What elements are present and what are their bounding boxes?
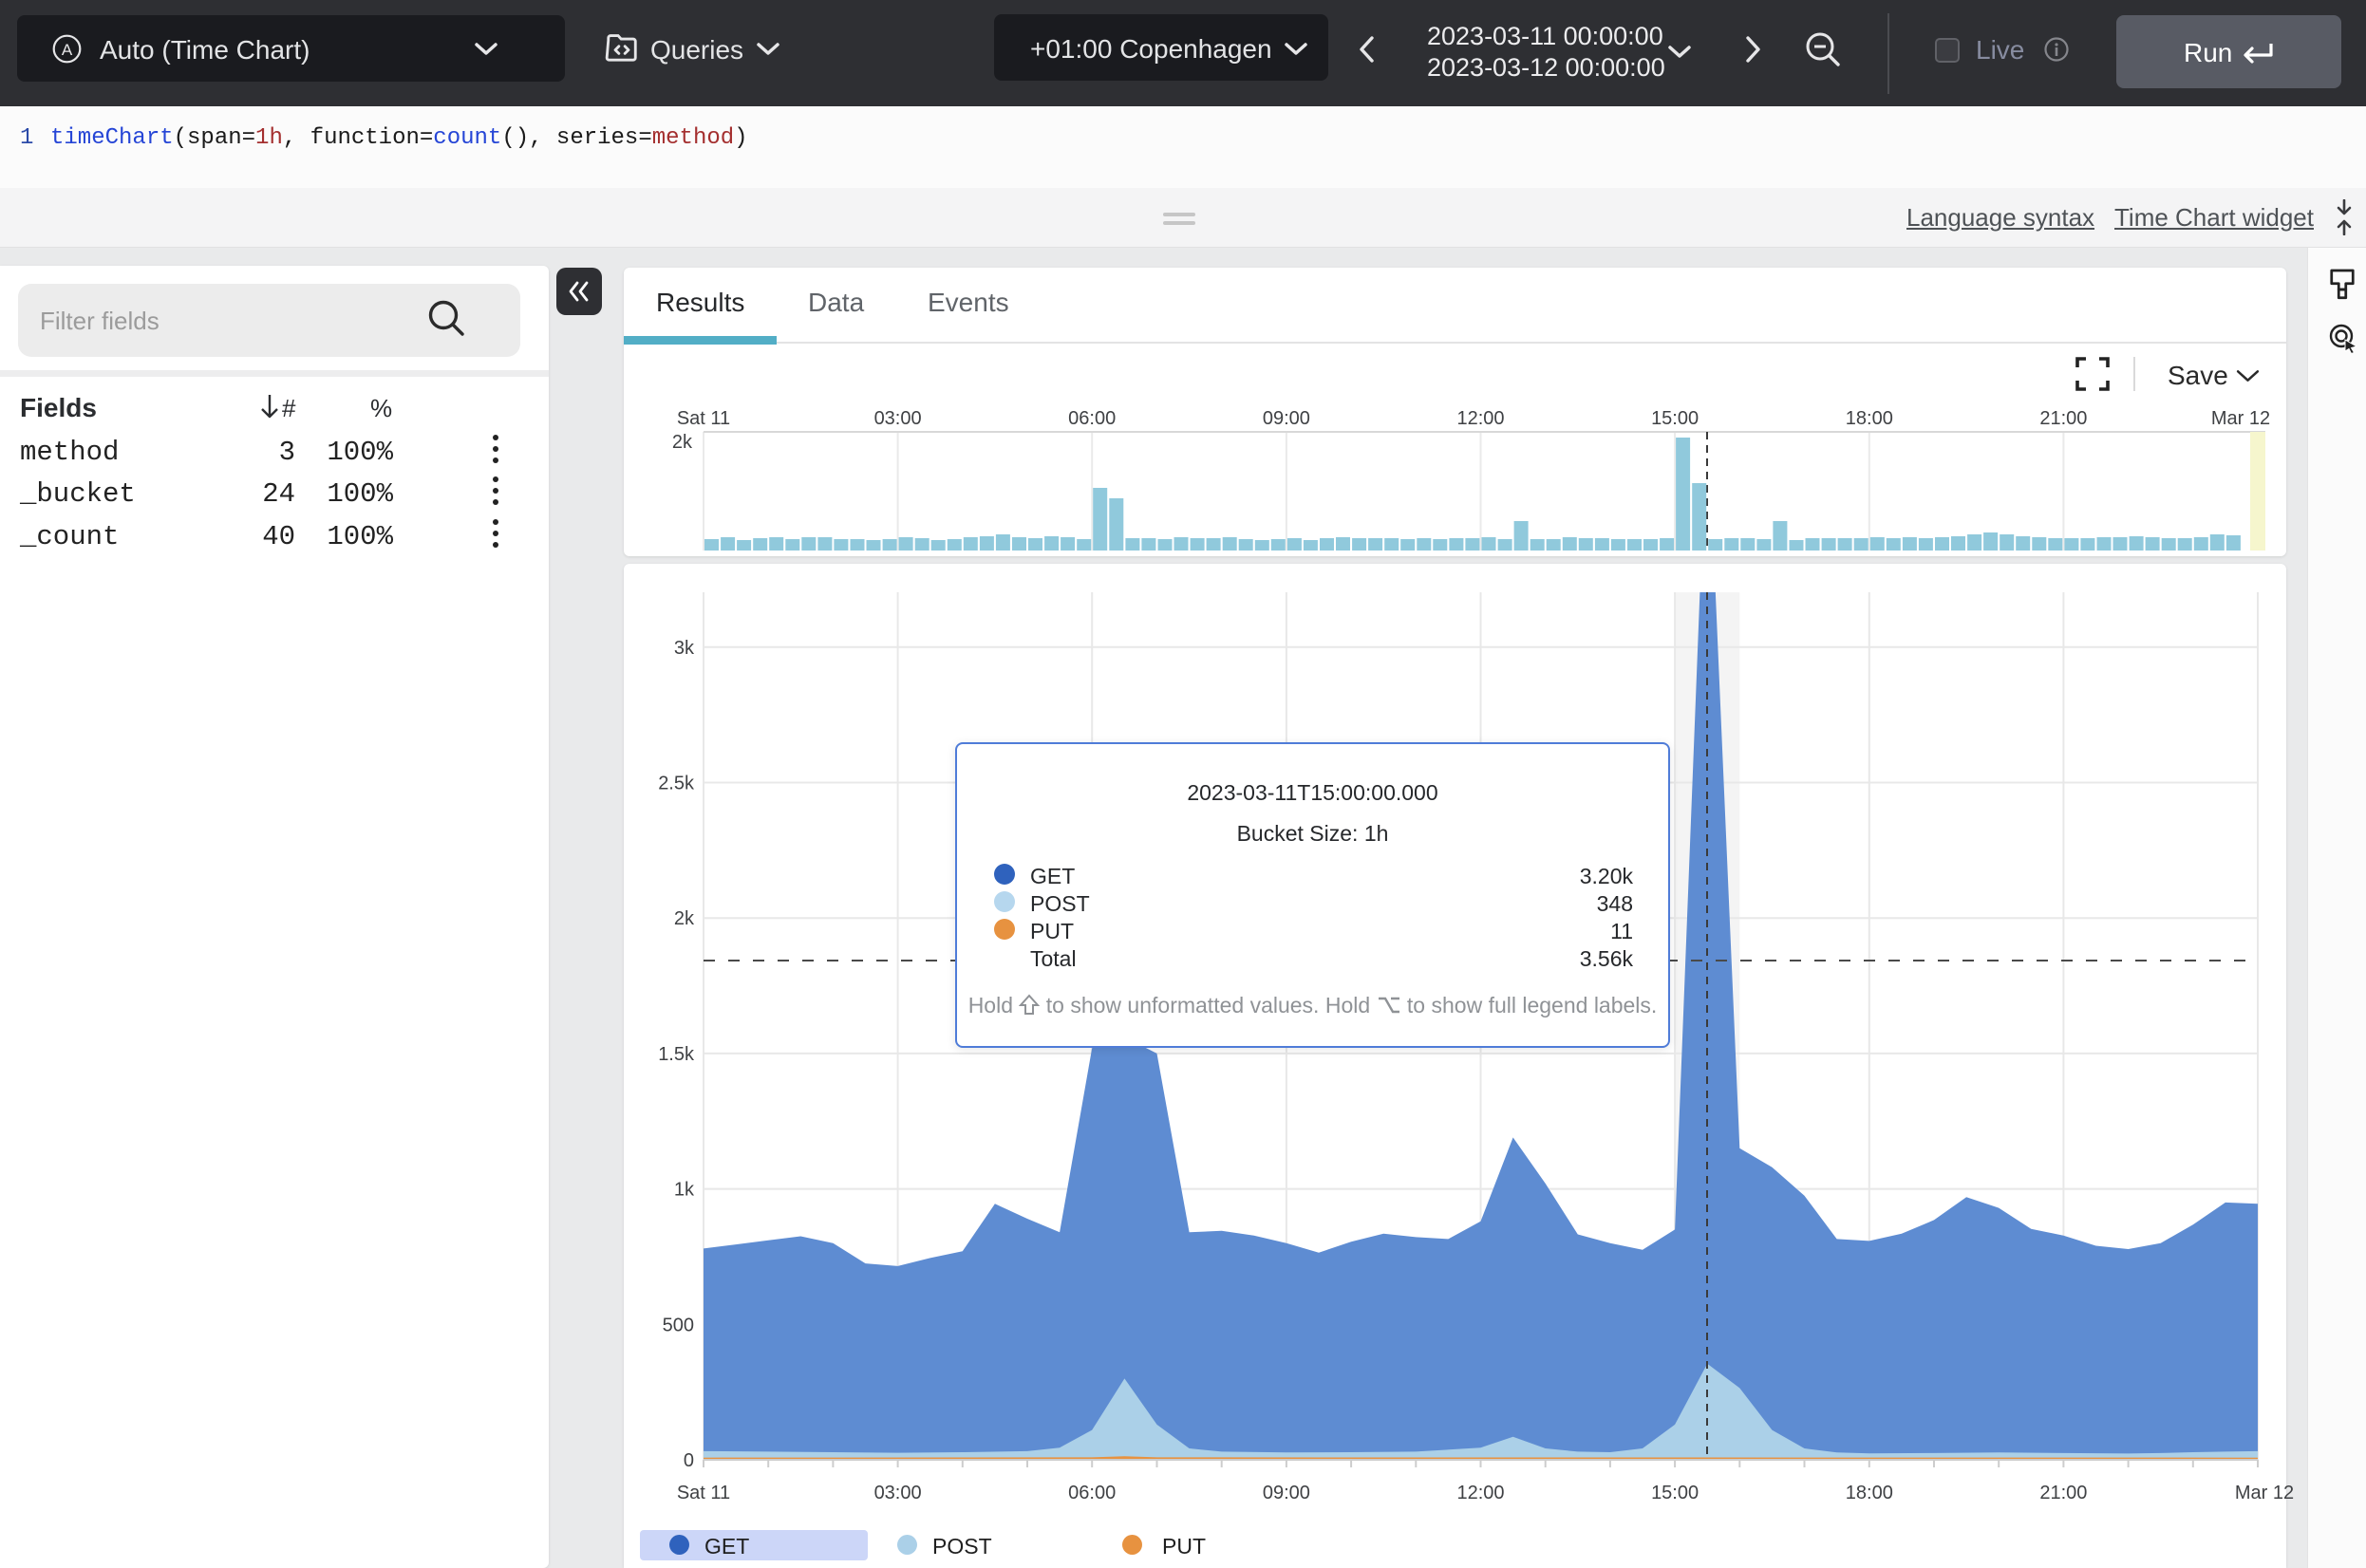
svg-text:2k: 2k (674, 908, 695, 929)
svg-text:1k: 1k (674, 1180, 695, 1201)
svg-text:2.5k: 2.5k (658, 774, 695, 794)
svg-text:09:00: 09:00 (1263, 408, 1310, 429)
svg-text:12:00: 12:00 (1456, 408, 1504, 429)
svg-text:21:00: 21:00 (2039, 1483, 2087, 1503)
svg-text:2k: 2k (672, 432, 693, 453)
svg-text:1.5k: 1.5k (658, 1044, 695, 1065)
svg-text:18:00: 18:00 (1846, 408, 1893, 429)
svg-text:15:00: 15:00 (1651, 408, 1699, 429)
svg-text:06:00: 06:00 (1068, 1483, 1116, 1503)
svg-text:Mar 12: Mar 12 (2211, 408, 2270, 429)
svg-text:06:00: 06:00 (1068, 408, 1116, 429)
svg-text:0: 0 (684, 1450, 694, 1471)
svg-text:12:00: 12:00 (1456, 1483, 1504, 1503)
svg-text:09:00: 09:00 (1263, 1483, 1310, 1503)
svg-text:3k: 3k (674, 638, 695, 659)
svg-text:Sat 11: Sat 11 (677, 408, 730, 429)
svg-text:A: A (62, 41, 73, 59)
svg-text:18:00: 18:00 (1846, 1483, 1893, 1503)
svg-text:03:00: 03:00 (874, 408, 922, 429)
svg-text:03:00: 03:00 (874, 1483, 922, 1503)
svg-text:Sat 11: Sat 11 (677, 1483, 730, 1503)
svg-text:500: 500 (663, 1315, 694, 1335)
svg-text:15:00: 15:00 (1651, 1483, 1699, 1503)
svg-text:Mar 12: Mar 12 (2235, 1483, 2294, 1503)
svg-text:21:00: 21:00 (2039, 408, 2087, 429)
